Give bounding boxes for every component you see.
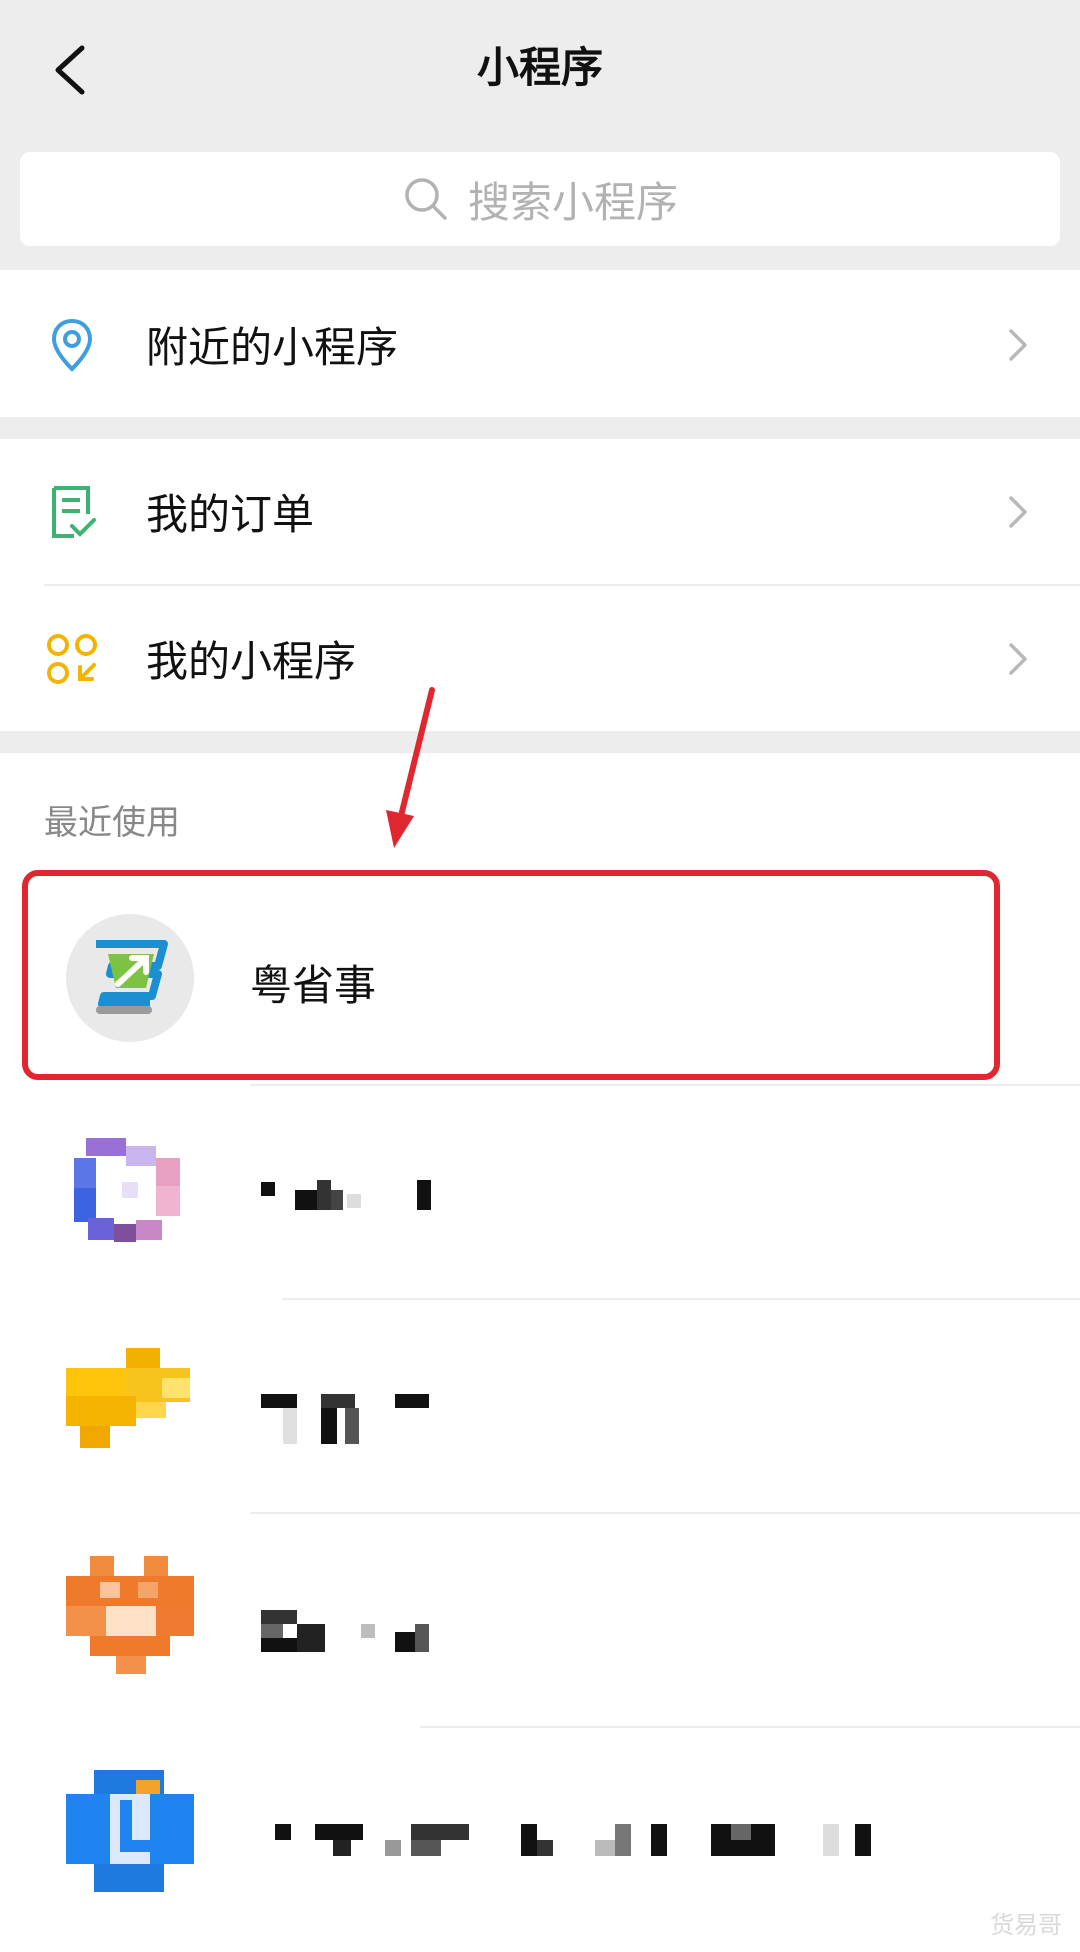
- pixelated-app-icon: [66, 1128, 194, 1256]
- recent-item-pixelated-3[interactable]: [0, 1514, 1080, 1726]
- menu-item-orders[interactable]: 我的订单: [0, 439, 1080, 584]
- watermark-text: 货易哥: [990, 1911, 1062, 1939]
- menu-item-label: 我的订单: [146, 490, 315, 539]
- menu-item-my-mini-programs[interactable]: 我的小程序: [0, 586, 1080, 731]
- recent-item-pixelated-2[interactable]: [0, 1300, 1080, 1512]
- location-pin-icon: [44, 317, 100, 373]
- chevron-right-icon: [1009, 495, 1027, 528]
- section-gap: [0, 417, 1080, 439]
- menu-item-label: 我的小程序: [146, 637, 357, 686]
- menu-item-label: 附近的小程序: [146, 323, 399, 372]
- mini-program-page: 小程序 搜索小程序 附近的小程序 我的订单 我的小程序 最近使用 粤省事 货易哥: [0, 0, 1080, 1952]
- header: 小程序 搜索小程序: [0, 0, 1080, 270]
- pixelated-name: [261, 1394, 429, 1444]
- annotation-arrow-icon: [386, 687, 435, 848]
- order-checklist-icon: [44, 484, 100, 540]
- pixelated-app-icon: [66, 1342, 194, 1470]
- pixelated-app-icon: [66, 1556, 194, 1684]
- recent-item-yueshengshi[interactable]: 粤省事: [0, 872, 1080, 1084]
- section-gap: [0, 731, 1080, 753]
- yueshengshi-logo-icon: [66, 914, 194, 1042]
- search-icon: [405, 178, 447, 220]
- pixelated-name: [275, 1824, 871, 1856]
- pixelated-app-icon: [66, 1770, 194, 1898]
- chevron-right-icon: [1009, 642, 1027, 675]
- recent-item-pixelated-1[interactable]: [0, 1086, 1080, 1298]
- search-input[interactable]: 搜索小程序: [20, 152, 1060, 246]
- recent-item-pixelated-4[interactable]: [0, 1728, 1080, 1952]
- page-title: 小程序: [476, 43, 603, 92]
- chevron-right-icon: [1009, 328, 1027, 361]
- mini-program-grid-icon: [44, 631, 100, 687]
- recent-item-name: 粤省事: [250, 961, 377, 1010]
- pixelated-name: [261, 1180, 431, 1210]
- menu-item-nearby[interactable]: 附近的小程序: [0, 272, 1080, 417]
- pixelated-name: [261, 1610, 429, 1652]
- search-placeholder: 搜索小程序: [467, 177, 678, 227]
- recent-section-label: 最近使用: [44, 803, 180, 843]
